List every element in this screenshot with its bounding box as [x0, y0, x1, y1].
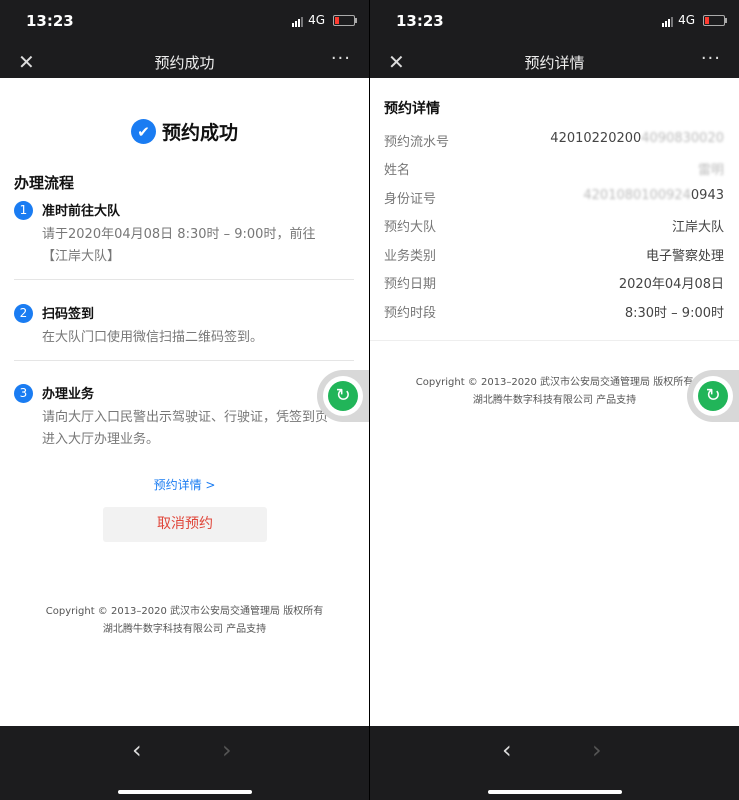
divider	[370, 340, 739, 341]
floating-assistant-button[interactable]: ↻	[317, 370, 369, 422]
chevron-right-icon[interactable]: ›	[222, 736, 232, 764]
cancel-button[interactable]: 取消预约	[103, 507, 267, 542]
home-indicator[interactable]	[118, 790, 252, 794]
right-screen: 13:23 4G ✕ 预约详情 ··· 预约详情 预约流水号 420102202…	[370, 0, 739, 800]
row-label: 姓名	[384, 163, 411, 178]
row-label: 预约流水号	[384, 135, 450, 150]
home-indicator[interactable]	[488, 790, 622, 794]
status-bar: 13:23 4G	[0, 0, 369, 44]
step-1: 1 准时前往大队 请于2020年04月08日 8:30时 – 9:00时，前往【…	[14, 200, 354, 270]
row-label: 预约日期	[384, 277, 437, 292]
step-description: 在大队门口使用微信扫描二维码签到。	[42, 330, 264, 345]
divider	[14, 360, 354, 361]
step-3: 3 办理业务 请向大厅入口民警出示驾驶证、行驶证，凭签到页进入大厅办理业务。	[14, 383, 354, 453]
detail-row-brigade: 预约大队 江岸大队	[384, 216, 724, 238]
support-line: 湖北腾牛数字科技有限公司 产品支持	[102, 624, 267, 635]
browser-toolbar: ‹ ›	[0, 726, 369, 800]
row-value: 42010801009240943	[583, 188, 724, 203]
chevron-left-icon[interactable]: ‹	[502, 736, 512, 764]
row-label: 业务类别	[384, 249, 437, 264]
signal-indicator: 4G	[662, 13, 699, 27]
browser-toolbar: ‹ ›	[370, 726, 739, 800]
row-value: 8:30时 – 9:00时	[624, 306, 724, 321]
row-value: 电子警察处理	[645, 249, 724, 264]
copyright: Copyright © 2013–2020 武汉市公安局交通管理局 版权所有 湖…	[0, 603, 369, 639]
row-value: 420102202004090830020	[550, 131, 724, 146]
step-title: 办理业务	[42, 387, 95, 402]
step-number: 1	[14, 201, 33, 220]
more-icon[interactable]: ···	[331, 48, 351, 69]
status-time: 13:23	[396, 12, 444, 30]
signal-bars-icon	[662, 17, 674, 27]
left-screen: 13:23 4G ✕ 预约成功 ··· ✔ 预约成功 办理流程 1 准时前往大队…	[0, 0, 369, 800]
step-title: 准时前往大队	[42, 204, 121, 219]
row-label: 预约大队	[384, 220, 437, 235]
success-title: 预约成功	[161, 122, 238, 144]
copyright-line: Copyright © 2013–2020 武汉市公安局交通管理局 版权所有	[45, 606, 324, 617]
page-title: 预约详情	[524, 54, 585, 72]
detail-row-id: 身份证号 42010801009240943	[384, 188, 724, 210]
network-type: 4G	[678, 13, 695, 27]
nav-bar: ✕ 预约详情 ···	[370, 44, 739, 78]
row-value: 2020年04月08日	[618, 277, 724, 292]
detail-row-type: 业务类别 电子警察处理	[384, 245, 724, 267]
row-label: 身份证号	[384, 192, 437, 207]
detail-row-time: 预约时段 8:30时 – 9:00时	[384, 302, 724, 324]
more-icon[interactable]: ···	[701, 48, 721, 69]
status-time: 13:23	[26, 12, 74, 30]
check-circle-icon: ✔	[130, 119, 156, 144]
detail-row-serial: 预约流水号 420102202004090830020	[384, 131, 724, 153]
step-description: 请于2020年04月08日 8:30时 – 9:00时，前往【江岸大队】	[42, 227, 316, 264]
chevron-left-icon[interactable]: ‹	[132, 736, 142, 764]
page-title: 预约成功	[154, 54, 215, 72]
row-value: 雷明	[697, 163, 724, 178]
copyright-line: Copyright © 2013–2020 武汉市公安局交通管理局 版权所有	[415, 377, 694, 388]
signal-indicator: 4G	[292, 13, 329, 27]
step-number: 2	[14, 304, 33, 323]
network-type: 4G	[308, 13, 325, 27]
process-title: 办理流程	[14, 174, 75, 192]
refresh-logo-icon: ↻	[328, 381, 358, 411]
battery-icon	[703, 15, 727, 26]
step-description: 请向大厅入口民警出示驾驶证、行驶证，凭签到页进入大厅办理业务。	[42, 410, 329, 447]
detail-row-date: 预约日期 2020年04月08日	[384, 273, 724, 295]
step-title: 扫码签到	[42, 307, 95, 322]
status-bar: 13:23 4G	[370, 0, 739, 44]
support-line: 湖北腾牛数字科技有限公司 产品支持	[472, 395, 637, 406]
battery-icon	[333, 15, 357, 26]
success-banner: ✔ 预约成功	[0, 118, 369, 145]
row-value: 江岸大队	[671, 220, 724, 235]
detail-row-name: 姓名 雷明	[384, 159, 724, 181]
chevron-right-icon[interactable]: ›	[592, 736, 602, 764]
refresh-logo-icon: ↻	[698, 381, 728, 411]
floating-assistant-button[interactable]: ↻	[687, 370, 739, 422]
step-2: 2 扫码签到 在大队门口使用微信扫描二维码签到。	[14, 303, 354, 353]
copyright: Copyright © 2013–2020 武汉市公安局交通管理局 版权所有 湖…	[370, 374, 739, 410]
step-number: 3	[14, 384, 33, 403]
divider	[14, 279, 354, 280]
detail-link[interactable]: 预约详情 >	[0, 476, 369, 493]
detail-section-title: 预约详情	[384, 101, 440, 117]
signal-bars-icon	[292, 17, 304, 27]
nav-bar: ✕ 预约成功 ···	[0, 44, 369, 78]
row-label: 预约时段	[384, 306, 437, 321]
